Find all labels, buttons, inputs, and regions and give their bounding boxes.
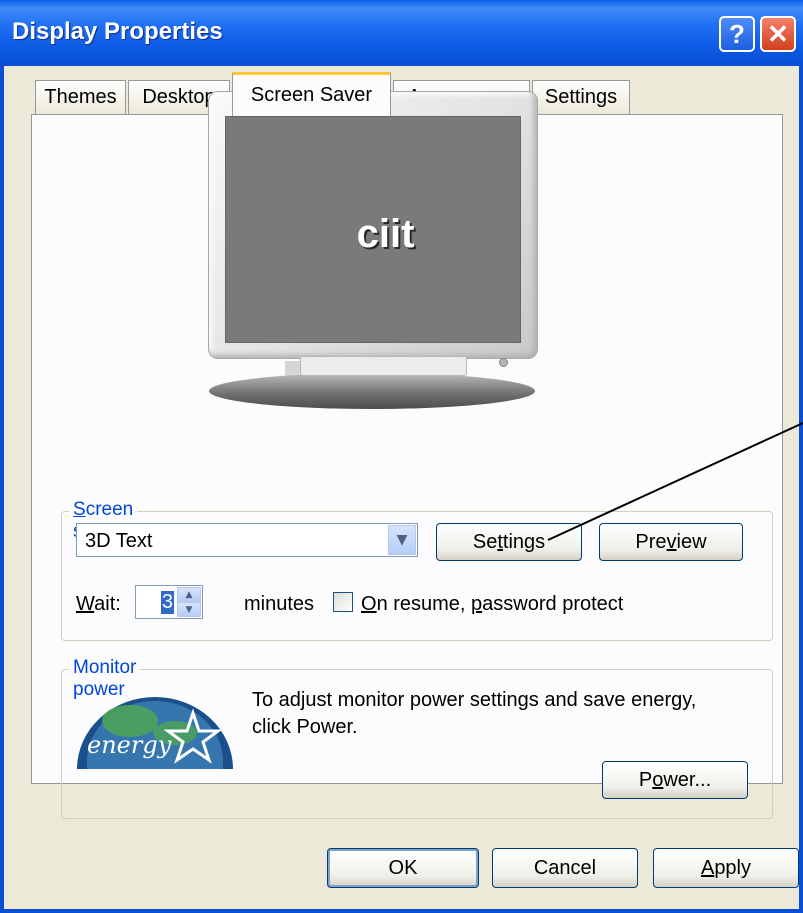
preview-button[interactable]: Preview <box>599 523 743 561</box>
tab-screen-saver[interactable]: Screen Saver <box>232 72 391 116</box>
chevron-down-icon[interactable]: ▼ <box>388 525 416 555</box>
energy-star-logo: energy <box>77 697 233 769</box>
monitor-slot <box>300 356 467 376</box>
apply-button-label: Apply <box>700 856 752 879</box>
password-protect-label[interactable]: On resume, password protect <box>361 593 623 616</box>
spin-down-icon[interactable]: ▼ <box>177 602 201 617</box>
screen-saver-panel: ciit Screen saver 3D Text ▼ Settings Pre… <box>31 91 783 819</box>
settings-button[interactable]: Settings <box>436 523 582 561</box>
power-button-label: Power... <box>638 768 712 791</box>
power-button[interactable]: Power... <box>602 761 748 799</box>
screen-saver-select[interactable]: 3D Text ▼ <box>76 523 418 557</box>
monitor-power-led <box>499 358 508 367</box>
tab-themes[interactable]: Themes <box>35 80 126 114</box>
cancel-button-label: Cancel <box>533 856 597 879</box>
dialog-body: Themes Desktop Screen Saver Appearance S… <box>0 66 803 913</box>
help-button[interactable]: ? <box>719 16 755 52</box>
wait-label: Wait: <box>76 593 121 615</box>
ok-button-label: OK <box>388 856 418 879</box>
help-icon: ? <box>729 18 745 49</box>
monitor-power-description-line2: click Power. <box>252 716 358 738</box>
tab-label: Desktop <box>142 86 216 108</box>
close-button[interactable]: ✕ <box>760 16 796 52</box>
screen-saver-selected: 3D Text <box>85 530 153 552</box>
tab-label: Screen Saver <box>250 84 373 106</box>
display-properties-window: Display Properties ? ✕ Themes Desktop Sc… <box>0 0 803 913</box>
monitor-power-description-line1: To adjust monitor power settings and sav… <box>252 689 697 711</box>
wait-minutes-spinner[interactable]: 3 ▲ ▼ <box>135 585 203 619</box>
tab-label: Settings <box>544 86 618 108</box>
minutes-label: minutes <box>244 593 315 615</box>
preview-screen: ciit <box>225 116 521 343</box>
preview-button-label: Preview <box>635 530 707 553</box>
tab-settings[interactable]: Settings <box>532 80 630 114</box>
monitor-stand <box>209 373 535 409</box>
apply-button[interactable]: Apply <box>653 848 799 888</box>
title-bar[interactable]: Display Properties ? ✕ <box>0 0 803 66</box>
wait-minutes-value[interactable]: 3 <box>160 591 174 614</box>
settings-button-label: Settings <box>472 530 546 553</box>
tab-label: Themes <box>44 86 117 108</box>
ok-button[interactable]: OK <box>327 848 479 888</box>
preview-screen-text: ciit <box>356 212 415 256</box>
cancel-button[interactable]: Cancel <box>492 848 638 888</box>
password-protect-checkbox[interactable] <box>333 592 353 612</box>
window-title: Display Properties <box>12 18 223 45</box>
close-icon: ✕ <box>767 18 789 49</box>
spin-up-icon[interactable]: ▲ <box>177 587 201 602</box>
energy-logo-text: energy <box>87 731 172 759</box>
